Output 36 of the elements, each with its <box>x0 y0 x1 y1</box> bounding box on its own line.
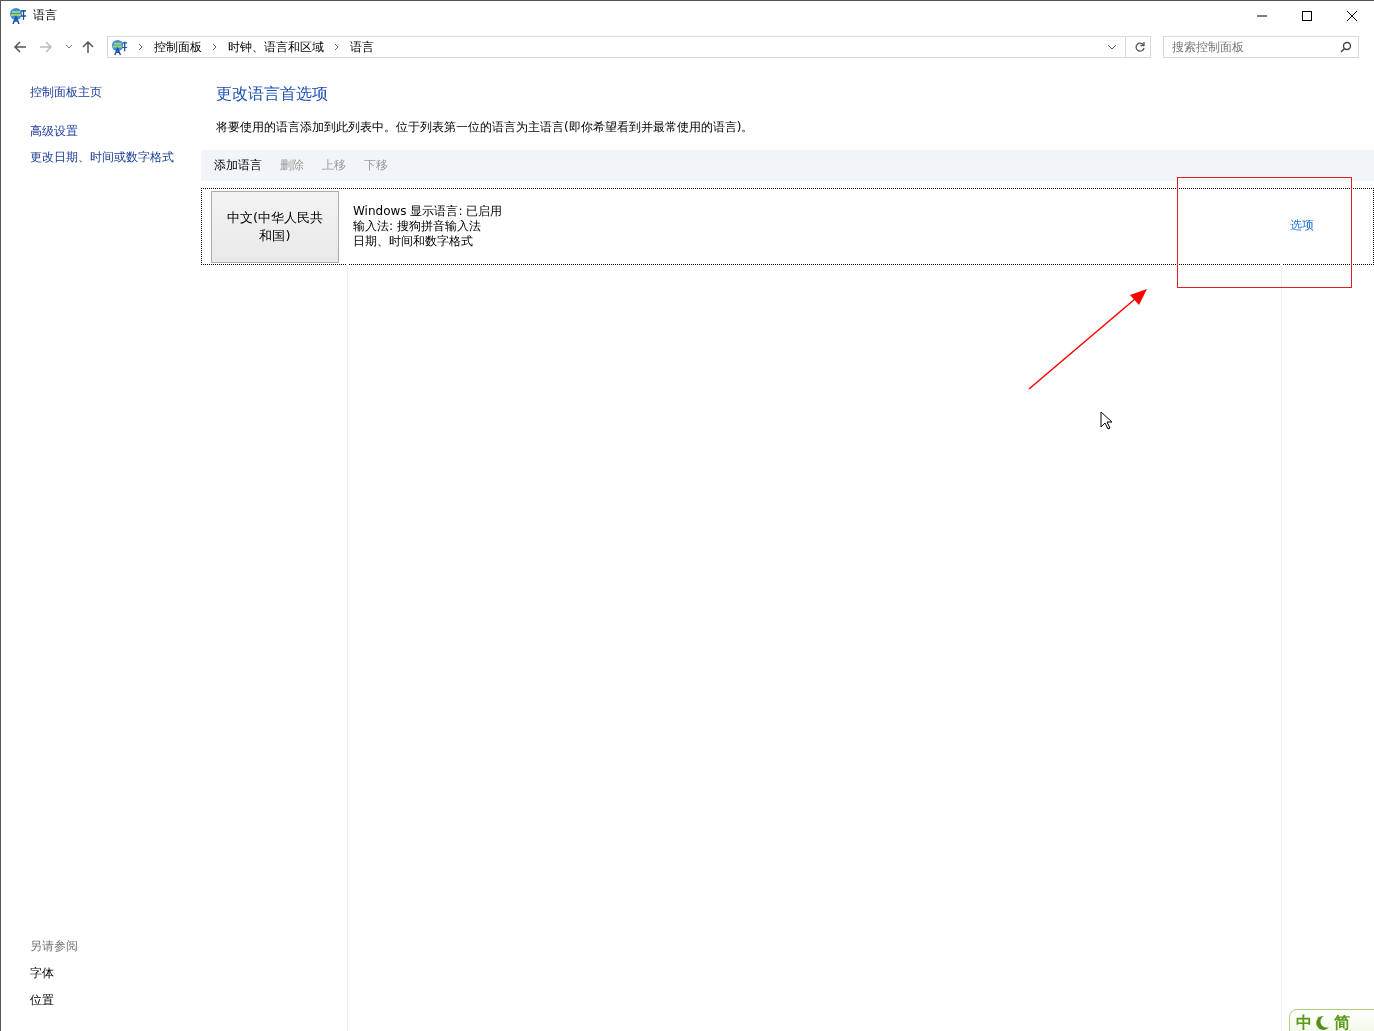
see-also-heading: 另请参阅 <box>30 938 79 955</box>
address-bar[interactable]: 控制面板 时钟、语言和区域 语言 <box>107 36 1151 58</box>
back-arrow-icon[interactable] <box>13 40 27 54</box>
refresh-icon[interactable] <box>1134 41 1146 53</box>
sidebar-link[interactable]: 控制面板主页 <box>30 84 201 101</box>
globe-icon <box>9 6 27 25</box>
breadcrumb[interactable]: 语言 <box>350 38 374 56</box>
options-link[interactable]: 选项 <box>1290 216 1314 234</box>
language-row[interactable]: 中文(中华人民共和国) Windows 显示语言: 已启用 输入法: 搜狗拼音输入法 日期、时间和数字格式 选项 <box>201 188 1374 265</box>
mouse-cursor-icon <box>1100 411 1113 431</box>
chevron-right-icon <box>138 43 144 51</box>
search-icon <box>1340 41 1352 53</box>
page-heading: 更改语言首选项 <box>216 84 329 105</box>
close-icon <box>1345 9 1358 22</box>
window-title: 语言 <box>33 7 57 24</box>
sidebar-link[interactable]: 字体 <box>30 965 201 982</box>
language-button[interactable]: 中文(中华人民共和国) <box>211 190 339 263</box>
moon-icon <box>1316 1014 1330 1030</box>
globe-icon <box>111 38 128 56</box>
language-detail: 日期、时间和数字格式 <box>353 234 474 249</box>
chevron-down-icon[interactable] <box>1107 43 1117 51</box>
language-detail: 输入法: 搜狗拼音输入法 <box>353 219 482 234</box>
sidebar-link[interactable]: 位置 <box>30 992 201 1009</box>
chevron-right-icon <box>212 43 218 51</box>
description-text: 将要使用的语言添加到此列表中。位于列表第一位的语言为主语言(即你希望看到并最常使用的语言)。 <box>216 119 755 136</box>
breadcrumb[interactable]: 时钟、语言和区域 <box>228 38 324 56</box>
language-detail: Windows 显示语言: 已启用 <box>353 204 504 219</box>
search-field[interactable]: 搜索控制面板 <box>1163 36 1359 58</box>
up-arrow-icon[interactable] <box>81 40 95 54</box>
maximize-icon <box>1300 9 1313 22</box>
sidebar-link[interactable]: 高级设置 <box>30 123 201 140</box>
toolbar-button[interactable]: 添加语言 <box>214 157 262 174</box>
breadcrumb[interactable]: 控制面板 <box>154 38 202 56</box>
sidebar-link[interactable]: 更改日期、时间或数字格式 <box>30 149 201 166</box>
chevron-down-icon[interactable] <box>65 43 73 51</box>
chevron-right-icon <box>334 43 340 51</box>
